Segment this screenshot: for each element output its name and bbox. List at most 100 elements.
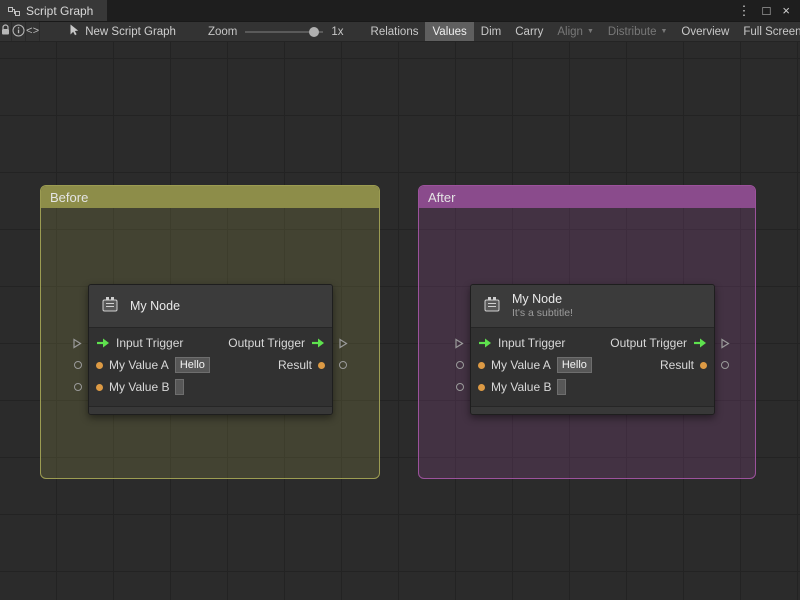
relations-button[interactable]: Relations [364,22,426,41]
toolbar-buttons: Relations Values Dim Carry Align ▼ Distr… [364,22,800,41]
flow-in-icon[interactable] [478,338,492,348]
result-port-icon[interactable] [318,361,325,369]
value-a-input[interactable]: Hello [556,357,592,373]
port-row-value-b: My Value B [471,376,714,398]
script-graph-icon [8,5,20,17]
outer-result-port[interactable] [721,361,729,369]
value-b-input[interactable] [557,379,567,395]
window-controls: ⋮ □ × [738,0,800,21]
value-b-port-icon[interactable] [96,383,103,391]
info-button[interactable] [12,22,26,41]
result-port-icon[interactable] [700,361,707,369]
overview-label: Overview [681,25,730,38]
node-titles: My Node [130,299,180,313]
node-subtitle: It's a subtitle! [512,307,573,319]
script-graph-window: Script Graph ⋮ □ × <> New Script Graph Z… [0,0,800,600]
node-body: Input Trigger Output Trigger My Value A … [89,328,332,402]
code-view-button[interactable]: <> [26,22,41,41]
values-button[interactable]: Values [425,22,474,41]
result-label: Result [659,358,694,372]
outer-result-port[interactable] [339,361,347,369]
maximize-icon[interactable]: □ [763,4,771,17]
port-row-value-b: My Value B [89,376,332,398]
align-button[interactable]: Align ▼ [550,22,601,41]
values-label: Values [432,25,467,38]
input-trigger-label: Input Trigger [116,336,184,350]
node-header[interactable]: My Node [89,285,332,328]
node-my-node-before[interactable]: My Node Input Trigger Output Trigger My … [73,284,348,415]
outer-value-a-port[interactable] [74,361,82,369]
node-icon [99,294,121,319]
graph-reference[interactable]: New Script Graph [68,22,176,41]
value-b-port-icon[interactable] [478,383,485,391]
dim-button[interactable]: Dim [474,22,508,41]
outer-input-trigger-port[interactable] [73,338,82,349]
overview-button[interactable]: Overview [674,22,736,41]
lock-icon [0,24,11,39]
tab-bar: Script Graph ⋮ □ × [0,0,800,22]
distribute-button[interactable]: Distribute ▼ [601,22,675,41]
node-header[interactable]: My Node It's a subtitle! [471,285,714,328]
port-row-value-a: My Value A Hello Result [89,354,332,376]
value-a-label: My Value A [491,358,551,372]
output-trigger-label: Output Trigger [610,336,687,350]
carry-button[interactable]: Carry [508,22,550,41]
node-body: Input Trigger Output Trigger My Value A … [471,328,714,402]
node-title: My Node [512,292,563,306]
input-trigger-label: Input Trigger [498,336,566,350]
value-a-input[interactable]: Hello [174,357,210,373]
value-b-label: My Value B [109,380,170,394]
outer-value-b-port[interactable] [456,383,464,391]
carry-label: Carry [515,25,544,38]
group-before-header[interactable]: Before [41,186,379,208]
flow-in-icon[interactable] [96,338,110,348]
zoom-control: Zoom 1x [208,22,344,41]
graph-name: New Script Graph [85,25,176,38]
flow-out-icon[interactable] [311,338,325,348]
outer-output-trigger-port[interactable] [339,338,348,349]
graph-asset-icon [68,24,79,39]
port-row-triggers: Input Trigger Output Trigger [89,332,332,354]
value-b-input[interactable] [175,379,185,395]
kebab-menu-icon[interactable]: ⋮ [738,4,751,17]
value-a-label: My Value A [109,358,169,372]
graph-toolbar: <> New Script Graph Zoom 1x Relations Va… [0,22,800,42]
align-label: Align [557,25,583,38]
port-row-value-a: My Value A Hello Result [471,354,714,376]
outer-input-trigger-port[interactable] [455,338,464,349]
lock-button[interactable] [0,22,12,41]
dim-label: Dim [480,25,502,38]
tab-script-graph[interactable]: Script Graph [0,0,108,21]
tab-title: Script Graph [26,3,94,18]
outer-value-a-port[interactable] [456,361,464,369]
chevron-down-icon: ▼ [660,28,668,35]
distribute-label: Distribute [607,25,657,38]
zoom-slider-handle[interactable] [309,26,320,37]
node-footer [471,406,714,414]
zoom-slider[interactable] [245,26,324,38]
node-footer [89,406,332,414]
group-after-title: After [428,189,456,205]
port-row-triggers: Input Trigger Output Trigger [471,332,714,354]
value-a-port-icon[interactable] [478,361,485,369]
flow-out-icon[interactable] [693,338,707,348]
value-a-port-icon[interactable] [96,361,103,369]
result-label: Result [277,358,312,372]
full-screen-button[interactable]: Full Screen [736,22,800,41]
node-title: My Node [130,299,181,313]
info-icon [12,24,25,40]
outer-value-b-port[interactable] [74,383,82,391]
zoom-value: 1x [331,25,344,38]
group-before-title: Before [50,189,89,205]
full-screen-label: Full Screen [743,25,800,38]
relations-label: Relations [370,25,419,38]
node-titles: My Node It's a subtitle! [512,292,573,320]
chevron-down-icon: ▼ [586,28,594,35]
outer-output-trigger-port[interactable] [721,338,730,349]
group-after-header[interactable]: After [419,186,755,208]
output-trigger-label: Output Trigger [228,336,305,350]
graph-canvas[interactable]: Before After My Node Input Trigger Outpu… [0,42,800,600]
close-icon[interactable]: × [782,4,790,17]
node-my-node-after[interactable]: My Node It's a subtitle! Input Trigger O… [455,284,730,415]
node-icon [481,294,503,319]
